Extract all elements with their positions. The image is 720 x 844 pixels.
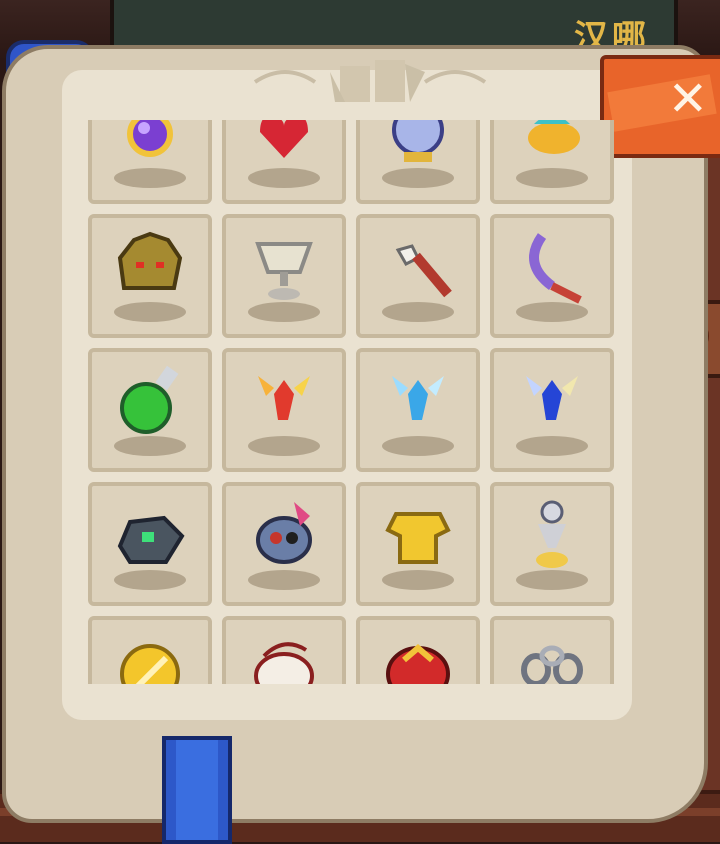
inventory-slot[interactable]	[356, 214, 480, 338]
inventory-slot[interactable]	[490, 482, 614, 606]
inventory-slot[interactable]	[490, 214, 614, 338]
inventory-slot[interactable]	[356, 348, 480, 472]
silver-hourglass-idol-icon	[536, 500, 568, 568]
white-beast-skull-icon	[254, 642, 314, 684]
inventory-grid-viewport[interactable]	[88, 120, 616, 684]
inventory-slot[interactable]	[356, 616, 480, 684]
iron-chain-icon	[521, 645, 583, 684]
inventory-slot[interactable]	[222, 348, 346, 472]
red-lion-helm-icon	[386, 644, 450, 684]
mechanical-bomb-icon	[117, 515, 185, 564]
golden-armor-icon	[385, 512, 451, 564]
bookmark-tab[interactable]	[162, 736, 232, 844]
gold-coin-shield-icon	[120, 644, 180, 684]
crystal-orb-icon	[392, 120, 444, 162]
golden-lamp-icon	[528, 120, 580, 154]
ice-fairy-icon	[392, 376, 444, 420]
demon-skull-mask-icon	[256, 502, 312, 564]
red-heart-trinket-icon	[260, 120, 308, 158]
golden-beast-mask-icon	[117, 231, 183, 290]
silver-chalice-icon	[255, 242, 313, 300]
inventory-slot[interactable]	[490, 120, 614, 204]
purple-amulet-icon	[127, 120, 173, 157]
inventory-slot[interactable]	[88, 482, 212, 606]
close-x-icon: ✕	[667, 71, 708, 127]
inventory-slot[interactable]	[490, 348, 614, 472]
bone-hand-sword-icon	[395, 244, 452, 298]
inventory-slot[interactable]	[222, 214, 346, 338]
blue-fairy-icon	[526, 376, 578, 420]
close-button[interactable]: ✕	[600, 55, 720, 158]
purple-scimitar-icon	[529, 233, 582, 304]
inventory-slot[interactable]	[88, 120, 212, 204]
bookmark-strip	[176, 740, 218, 840]
inventory-slot[interactable]	[88, 348, 212, 472]
green-potion-flask-icon	[120, 365, 179, 434]
scroll-crest-icon	[253, 60, 487, 102]
inventory-slot[interactable]	[222, 120, 346, 204]
inventory-slot[interactable]	[222, 482, 346, 606]
inventory-slot[interactable]	[222, 616, 346, 684]
inventory-slot[interactable]	[88, 616, 212, 684]
inventory-slot[interactable]	[356, 120, 480, 204]
inventory-slot[interactable]	[356, 482, 480, 606]
fire-fairy-icon	[258, 376, 310, 420]
inventory-slot[interactable]	[88, 214, 212, 338]
inventory-slot[interactable]	[490, 616, 614, 684]
